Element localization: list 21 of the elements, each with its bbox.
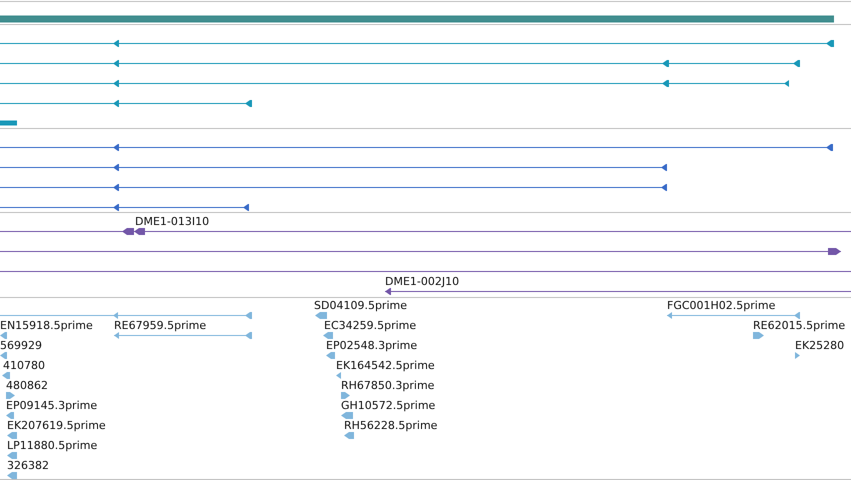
feature-label: RE62015.5prime (753, 319, 846, 332)
feature-label: EK207619.5prime (7, 419, 106, 432)
feature-label: RH56228.5prime (344, 419, 438, 432)
feature-label: EN15918.5prime (0, 319, 93, 332)
feature-label: RE67959.5prime (114, 319, 206, 332)
feature-label: DME1-002J10 (385, 275, 460, 288)
feature-label: 326382 (7, 459, 49, 472)
feature-label: DME1-013I10 (135, 215, 210, 228)
feature-label: EC34259.5prime (324, 319, 416, 332)
feature-label: EP09145.3prime (6, 399, 98, 412)
feature-label: 569929 (0, 339, 42, 352)
feature-label: RH67850.3prime (341, 379, 434, 392)
feature-label: EK164542.5prime (336, 359, 435, 372)
feature-label: 480862 (6, 379, 48, 392)
feature-label: EK25280 (795, 339, 844, 352)
feature-label: GH10572.5prime (341, 399, 436, 412)
feature-label: 410780 (3, 359, 45, 372)
feature-label: EP02548.3prime (326, 339, 418, 352)
feature-label: SD04109.5prime (314, 299, 407, 312)
feature-label: LP11880.5prime (7, 439, 98, 452)
feature-label: FGC001H02.5prime (667, 299, 776, 312)
